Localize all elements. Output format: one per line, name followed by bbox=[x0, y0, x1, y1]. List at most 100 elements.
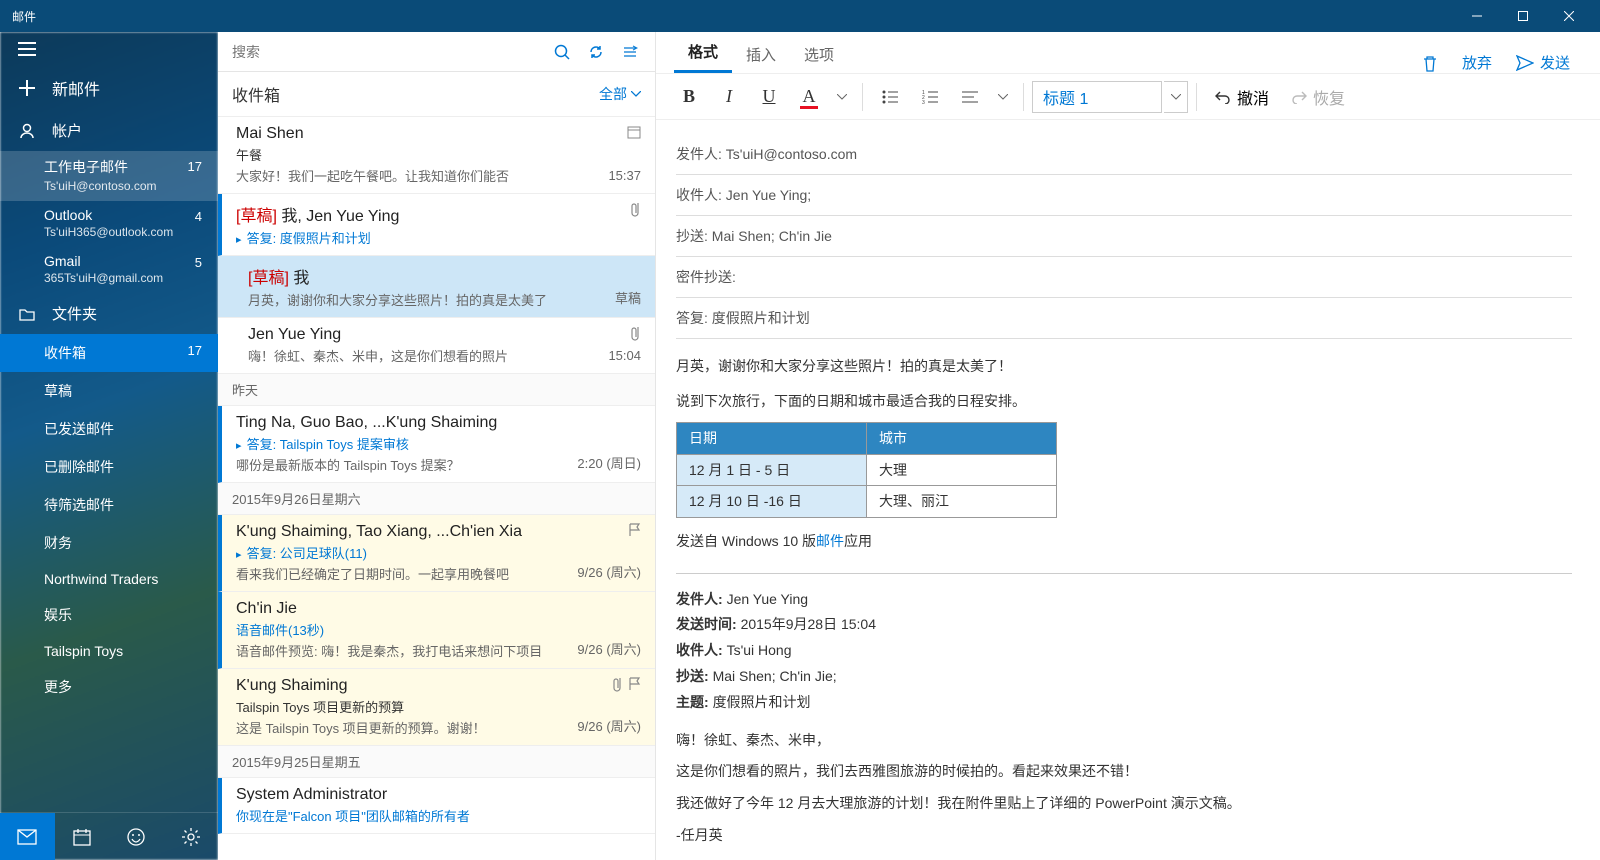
sidebar-folder-drafts[interactable]: 草稿 bbox=[0, 372, 218, 410]
calendar-icon bbox=[627, 125, 641, 139]
sync-icon[interactable] bbox=[579, 32, 613, 72]
trip-table: 日期城市 12 月 1 日 - 5 日大理 12 月 10 日 -16 日大理、… bbox=[676, 422, 1057, 518]
sidebar-account-outlook[interactable]: Outlook Ts'uiH365@outlook.com 4 bbox=[0, 201, 218, 247]
group-header: 2015年9月26日星期六 bbox=[218, 483, 655, 515]
window-maximize-button[interactable] bbox=[1500, 0, 1546, 32]
paragraph-dropdown[interactable] bbox=[991, 79, 1015, 115]
nav-calendar-button[interactable] bbox=[55, 813, 110, 860]
message-item[interactable]: K'ung Shaiming Tailspin Toys 项目更新的预算 这是 … bbox=[218, 669, 655, 746]
accounts-header-label: 帐户 bbox=[52, 120, 82, 141]
sidebar-folder-inbox[interactable]: 收件箱17 bbox=[0, 334, 218, 372]
from-field[interactable]: 发件人: Ts'uiH@contoso.com bbox=[676, 134, 1572, 175]
titlebar: 邮件 bbox=[0, 0, 1600, 32]
undo-icon bbox=[1215, 90, 1231, 104]
message-item[interactable]: K'ung Shaiming, Tao Xiang, ...Ch'ien Xia… bbox=[218, 515, 655, 592]
accounts-header[interactable]: 帐户 bbox=[0, 110, 218, 151]
to-field[interactable]: 收件人: Jen Yue Ying; bbox=[676, 175, 1572, 216]
window-close-button[interactable] bbox=[1546, 0, 1592, 32]
message-item[interactable]: Mai Shen 午餐 大家好！我们一起吃午餐吧。让我知道你们能否 15:37 bbox=[218, 117, 655, 194]
folder-header: 收件箱 全部 bbox=[218, 72, 655, 117]
message-item[interactable]: Ting Na, Guo Bao, ...K'ung Shaiming ▸ 答复… bbox=[218, 406, 655, 483]
flag-icon bbox=[629, 523, 641, 537]
message-item[interactable]: [草稿] 我, Jen Yue Ying ▸ 答复: 度假照片和计划 bbox=[218, 194, 655, 256]
sidebar-folder-northwind[interactable]: Northwind Traders bbox=[0, 562, 218, 596]
group-header: 昨天 bbox=[218, 374, 655, 406]
bold-button[interactable]: B bbox=[670, 79, 708, 115]
svg-text:3: 3 bbox=[922, 100, 925, 104]
underline-button[interactable]: U bbox=[750, 79, 788, 115]
plus-icon bbox=[16, 80, 38, 96]
sidebar-folder-sent[interactable]: 已发送邮件 bbox=[0, 410, 218, 448]
sidebar-folder-tailspin[interactable]: Tailspin Toys bbox=[0, 634, 218, 668]
search-input[interactable] bbox=[232, 44, 545, 60]
search-icon[interactable] bbox=[545, 32, 579, 72]
cc-field[interactable]: 抄送: Mai Shen; Ch'in Jie bbox=[676, 216, 1572, 257]
discard-button[interactable]: 放弃 bbox=[1450, 52, 1504, 73]
app-title: 邮件 bbox=[12, 8, 36, 25]
folders-header[interactable]: 文件夹 bbox=[0, 293, 218, 334]
search-bar bbox=[218, 32, 655, 72]
attachment-icon bbox=[629, 202, 641, 218]
chevron-down-icon bbox=[631, 91, 641, 97]
signature: 发送自 Windows 10 版邮件应用 bbox=[676, 528, 1572, 555]
tab-format[interactable]: 格式 bbox=[674, 32, 732, 73]
attachment-flag-icon bbox=[611, 677, 641, 693]
format-ribbon: B I U A 123 标题 1 撤消 恢复 bbox=[656, 74, 1600, 120]
sidebar-folder-deleted[interactable]: 已删除邮件 bbox=[0, 448, 218, 486]
mail-app-link[interactable]: 邮件 bbox=[816, 533, 844, 549]
hamburger-icon bbox=[16, 42, 38, 56]
message-item[interactable]: Jen Yue Ying 嗨！徐虹、秦杰、米申，这是你们想看的照片 15:04 bbox=[218, 318, 655, 374]
sidebar-folder-entertainment[interactable]: 娱乐 bbox=[0, 596, 218, 634]
font-color-button[interactable]: A bbox=[790, 79, 828, 115]
window-minimize-button[interactable] bbox=[1454, 0, 1500, 32]
message-list-pane: 收件箱 全部 Mai Shen 午餐 大家好！我们一起吃午餐吧。让我知道你们能否… bbox=[218, 32, 656, 860]
new-mail-button[interactable]: 新邮件 bbox=[0, 66, 218, 110]
compose-tabs: 格式 插入 选项 放弃 发送 bbox=[656, 32, 1600, 74]
send-button[interactable]: 发送 bbox=[1504, 52, 1582, 73]
compose-pane: 格式 插入 选项 放弃 发送 B I U A 123 标题 1 撤消 恢复 bbox=[656, 32, 1600, 860]
quoted-message: 发件人: Jen Yue Ying 发送时间: 2015年9月28日 15:04… bbox=[676, 573, 1572, 848]
hamburger-button[interactable] bbox=[0, 32, 218, 66]
message-item[interactable]: System Administrator 你现在是"Falcon 项目"团队邮箱… bbox=[218, 778, 655, 834]
compose-body-scroll[interactable]: 发件人: Ts'uiH@contoso.com 收件人: Jen Yue Yin… bbox=[656, 120, 1600, 860]
sidebar-account-work[interactable]: 工作电子邮件 Ts'uiH@contoso.com 17 bbox=[0, 151, 218, 201]
folder-icon bbox=[16, 307, 38, 321]
nav-mail-button[interactable] bbox=[0, 813, 55, 860]
trash-icon bbox=[1422, 55, 1438, 73]
bcc-field[interactable]: 密件抄送: bbox=[676, 257, 1572, 298]
select-icon[interactable] bbox=[613, 32, 647, 72]
align-button[interactable] bbox=[951, 79, 989, 115]
person-icon bbox=[16, 123, 38, 139]
sidebar: 新邮件 帐户 工作电子邮件 Ts'uiH@contoso.com 17 Outl… bbox=[0, 32, 218, 860]
send-icon bbox=[1516, 55, 1534, 71]
sidebar-folder-finance[interactable]: 财务 bbox=[0, 524, 218, 562]
attachment-icon bbox=[629, 326, 641, 342]
filter-all-dropdown[interactable]: 全部 bbox=[599, 84, 641, 104]
message-list[interactable]: Mai Shen 午餐 大家好！我们一起吃午餐吧。让我知道你们能否 15:37 … bbox=[218, 117, 655, 860]
bullets-button[interactable] bbox=[871, 79, 909, 115]
nav-settings-button[interactable] bbox=[164, 813, 219, 860]
redo-button[interactable]: 恢复 bbox=[1281, 85, 1355, 109]
style-dropdown-chevron[interactable] bbox=[1164, 81, 1188, 113]
sidebar-account-gmail[interactable]: Gmail 365Ts'uiH@gmail.com 5 bbox=[0, 247, 218, 293]
group-header: 2015年9月25日星期五 bbox=[218, 746, 655, 778]
undo-button[interactable]: 撤消 bbox=[1205, 85, 1279, 109]
folder-name: 收件箱 bbox=[232, 82, 280, 106]
folders-header-label: 文件夹 bbox=[52, 303, 97, 324]
redo-icon bbox=[1291, 90, 1307, 104]
delete-button[interactable] bbox=[1410, 55, 1450, 73]
sidebar-folder-more[interactable]: 更多 bbox=[0, 668, 218, 706]
message-item[interactable]: [草稿] 我 月英，谢谢你和大家分享这些照片！拍的真是太美了 草稿 bbox=[218, 256, 655, 318]
message-item[interactable]: Ch'in Jie 语音邮件(13秒) 语音邮件预览: 嗨！我是秦杰，我打电话来… bbox=[218, 592, 655, 669]
new-mail-label: 新邮件 bbox=[52, 76, 100, 100]
numbering-button[interactable]: 123 bbox=[911, 79, 949, 115]
style-dropdown[interactable]: 标题 1 bbox=[1032, 81, 1162, 113]
font-color-dropdown[interactable] bbox=[830, 79, 854, 115]
italic-button[interactable]: I bbox=[710, 79, 748, 115]
sidebar-folder-junk[interactable]: 待筛选邮件 bbox=[0, 486, 218, 524]
subject-field[interactable]: 答复: 度假照片和计划 bbox=[676, 298, 1572, 339]
compose-body[interactable]: 月英，谢谢你和大家分享这些照片！拍的真是太美了！ 说到下次旅行，下面的日期和城市… bbox=[676, 339, 1572, 848]
tab-options[interactable]: 选项 bbox=[790, 34, 848, 73]
nav-feedback-button[interactable] bbox=[109, 813, 164, 860]
tab-insert[interactable]: 插入 bbox=[732, 34, 790, 73]
